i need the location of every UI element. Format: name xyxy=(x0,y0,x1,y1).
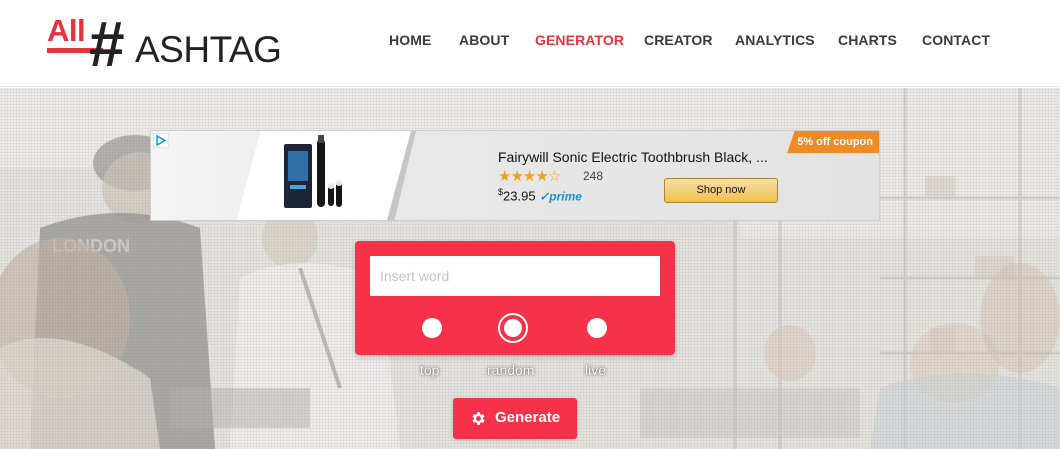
mode-label-top[interactable]: top xyxy=(420,362,439,378)
site-header: All # ASHTAG HOME ABOUT GENERATOR CREATO… xyxy=(0,0,1060,87)
coupon-badge: 5% off coupon xyxy=(787,131,879,153)
hero-section: LONDON xyxy=(0,88,1060,449)
ad-price-value: 23.95 xyxy=(503,188,536,204)
toothbrush-product-image[interactable] xyxy=(236,131,411,221)
mode-radio-live[interactable] xyxy=(587,318,607,338)
mode-radio-random[interactable] xyxy=(498,313,528,343)
nav-creator[interactable]: CREATOR xyxy=(644,32,713,48)
ad-review-count: 248 xyxy=(583,169,604,183)
nav-analytics[interactable]: ANALYTICS xyxy=(735,32,815,48)
shop-now-button[interactable]: Shop now xyxy=(664,178,778,203)
nav-charts[interactable]: CHARTS xyxy=(838,32,897,48)
nav-generator[interactable]: GENERATOR xyxy=(535,32,624,48)
gear-icon xyxy=(472,412,485,425)
nav-about[interactable]: ABOUT xyxy=(459,32,509,48)
mode-label-random[interactable]: random xyxy=(487,362,534,378)
prime-badge: ✓prime xyxy=(539,189,582,204)
nav-contact[interactable]: CONTACT xyxy=(922,32,990,48)
mode-label-live[interactable]: live xyxy=(585,362,606,378)
ad-price: $23.95 ✓prime xyxy=(498,187,582,203)
main-nav: HOME ABOUT GENERATOR CREATOR ANALYTICS C… xyxy=(0,32,1060,52)
ad-star-rating: ★★★★☆ xyxy=(498,168,561,185)
ad-banner[interactable]: Fairywill Sonic Electric Toothbrush Blac… xyxy=(150,130,880,221)
generate-button[interactable]: Generate xyxy=(453,398,577,439)
generate-button-label: Generate xyxy=(495,409,561,426)
word-input[interactable] xyxy=(370,256,660,296)
mode-radio-top[interactable] xyxy=(422,318,442,338)
ad-product-title[interactable]: Fairywill Sonic Electric Toothbrush Blac… xyxy=(498,149,768,165)
adchoices-icon[interactable] xyxy=(153,133,169,148)
generator-panel xyxy=(355,241,675,355)
nav-home[interactable]: HOME xyxy=(389,32,431,48)
ad-product-panel xyxy=(236,131,411,221)
